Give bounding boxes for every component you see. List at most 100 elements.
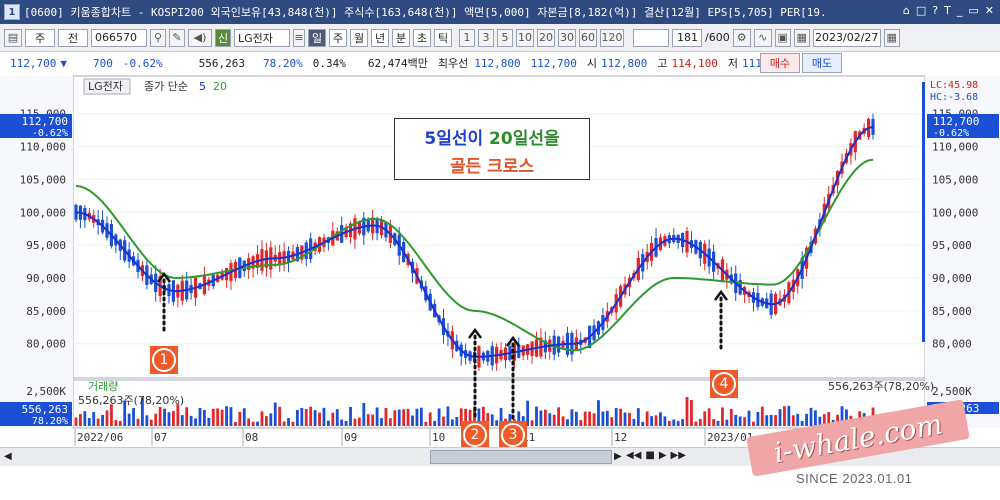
search-icon[interactable]: ⚲: [150, 28, 166, 47]
volume-bar: [335, 409, 339, 426]
volume-bar: [251, 421, 255, 426]
stock-name-field[interactable]: LG전자: [234, 28, 290, 47]
quote-change: 700: [92, 56, 113, 70]
high-label: 고: [657, 57, 668, 70]
indicator-icon[interactable]: ⚙: [732, 28, 751, 47]
scroll-right-icon[interactable]: ▶: [614, 451, 622, 462]
interval-second[interactable]: 초: [413, 28, 431, 47]
play-icon[interactable]: ▶: [659, 450, 667, 461]
volume-bar: [344, 420, 348, 426]
volume-bar: [623, 412, 627, 426]
stop-icon[interactable]: ■: [645, 450, 654, 461]
volume-bar: [362, 403, 366, 426]
forward-icon[interactable]: ▶▶: [671, 450, 686, 461]
volume-bar: [433, 420, 437, 426]
y-tick-label-right: 95,000: [932, 239, 972, 252]
interval-week[interactable]: 주: [329, 28, 347, 47]
new-button[interactable]: 신: [215, 28, 231, 47]
volume-bar: [415, 408, 419, 426]
volume-bar: [247, 418, 251, 426]
minimize-button[interactable]: _: [957, 4, 963, 17]
display-count-input[interactable]: 181: [672, 28, 702, 47]
volume-bar: [207, 417, 211, 426]
minute-1[interactable]: 1: [459, 28, 475, 47]
period-prev-select[interactable]: 전: [58, 28, 88, 47]
window-title: [0600] 키움종합차트 - KOSPI200 외국인보유[43,848(천)…: [24, 6, 827, 19]
rewind-icon[interactable]: ◀◀: [626, 450, 641, 461]
volume-bar: [446, 406, 450, 426]
volume-bar: [136, 418, 140, 426]
menu-icon[interactable]: ≡: [293, 28, 305, 47]
save-icon[interactable]: ▣: [774, 28, 791, 47]
sell-button[interactable]: 매도: [802, 53, 842, 73]
volume-bar: [734, 414, 738, 426]
volume-bar: [694, 421, 698, 426]
minute-20[interactable]: 20: [537, 28, 555, 47]
volume-bar: [318, 412, 321, 426]
stock-code-input[interactable]: 066570: [91, 28, 147, 47]
golden-cross-annotation: 5일선이 20일선을 골든 크로스: [394, 118, 590, 180]
x-tick-label: 2022/06: [77, 431, 123, 444]
minute-5[interactable]: 5: [497, 28, 513, 47]
overlay-icon[interactable]: ∿: [753, 28, 772, 47]
help-icon[interactable]: ?: [932, 4, 938, 17]
x-tick-label: 08: [245, 431, 258, 444]
volume-bar: [791, 415, 795, 426]
zoom-icon[interactable]: ✎: [169, 28, 185, 47]
volume-bar: [588, 411, 592, 426]
marker-3-number: 3: [501, 423, 525, 447]
marker-4-number: 4: [712, 372, 736, 396]
volume-bar: [273, 402, 277, 426]
interval-month[interactable]: 월: [350, 28, 368, 47]
volume-bar: [158, 406, 162, 426]
volume-bar: [154, 413, 158, 426]
home-icon[interactable]: ⌂: [903, 4, 910, 17]
minute-60[interactable]: 60: [579, 28, 597, 47]
volume-bar: [194, 418, 197, 426]
right-scale-bar[interactable]: [922, 82, 925, 342]
volume-bar: [703, 411, 707, 426]
date-input[interactable]: 2023/02/27: [812, 28, 881, 47]
interval-tick[interactable]: 틱: [434, 28, 452, 47]
volume-bar: [738, 416, 742, 426]
volume-bar: [167, 412, 171, 426]
scroll-left-icon[interactable]: ◀: [4, 451, 12, 462]
buy-button[interactable]: 매수: [760, 53, 800, 73]
volume-bar: [597, 400, 600, 426]
scroll-thumb[interactable]: [430, 450, 612, 464]
volume-bar: [393, 410, 397, 426]
volume-bar: [371, 414, 375, 426]
volume-bar: [721, 407, 724, 426]
close-button[interactable]: ✕: [985, 4, 994, 17]
annotation-line1-b: 20일선을: [489, 129, 560, 149]
custom-interval-input[interactable]: [633, 28, 669, 47]
volume-bar: [641, 421, 645, 426]
speaker-icon[interactable]: ◀): [188, 28, 212, 47]
ma20-line: [75, 158, 874, 352]
maximize-button[interactable]: ▭: [968, 4, 978, 17]
display-count-total: /600: [705, 31, 730, 44]
volume-bar: [787, 405, 791, 426]
print-icon[interactable]: ▦: [793, 28, 810, 47]
frame-icon[interactable]: □: [916, 4, 926, 17]
volume-bar: [654, 415, 658, 426]
minute-30[interactable]: 30: [558, 28, 576, 47]
minute-10[interactable]: 10: [516, 28, 534, 47]
chart-type-icon[interactable]: ▤: [4, 28, 22, 47]
volume-bar: [716, 421, 720, 426]
x-tick-label: 10: [432, 431, 445, 444]
volume-bar: [495, 420, 499, 426]
marker-1: 1: [150, 346, 178, 374]
calendar-icon[interactable]: ▦: [883, 28, 900, 47]
period-week-select[interactable]: 주: [25, 28, 55, 47]
volume-bar: [614, 408, 618, 426]
interval-minute[interactable]: 분: [392, 28, 410, 47]
font-icon[interactable]: T: [944, 4, 951, 17]
marker-2-number: 2: [463, 423, 487, 447]
interval-year[interactable]: 년: [371, 28, 389, 47]
minute-3[interactable]: 3: [478, 28, 494, 47]
volume-bar: [402, 409, 406, 426]
volume-ytick-left: 2,500K: [26, 385, 66, 398]
minute-120[interactable]: 120: [600, 28, 624, 47]
interval-day[interactable]: 일: [308, 28, 326, 47]
